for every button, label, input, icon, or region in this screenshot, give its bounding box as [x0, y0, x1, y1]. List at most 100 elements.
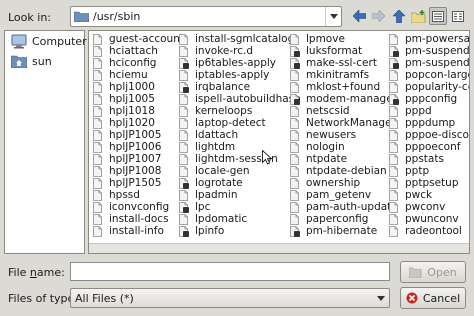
file-icon	[179, 117, 188, 129]
file-item[interactable]: lpadmin	[179, 189, 301, 201]
file-item[interactable]: pwconv	[389, 201, 469, 213]
file-item[interactable]: hplj1020	[93, 117, 184, 129]
file-item[interactable]: iptables-apply	[179, 69, 301, 81]
file-item[interactable]: lightdm	[179, 141, 301, 153]
file-item[interactable]: ownership	[290, 177, 398, 189]
file-item[interactable]: mkinitramfs	[290, 69, 398, 81]
file-item[interactable]: pam-auth-update	[290, 201, 398, 213]
back-button[interactable]	[350, 7, 368, 25]
sidebar-item-label: sun	[32, 54, 52, 68]
file-item[interactable]: guest-account	[93, 33, 184, 45]
file-item[interactable]: logrotate	[179, 177, 301, 189]
file-item[interactable]: netscsid	[290, 105, 398, 117]
file-item[interactable]: kerneloops	[179, 105, 301, 117]
file-item[interactable]: ip6tables-apply	[179, 57, 301, 69]
executable-badge-icon	[183, 86, 189, 93]
chevron-down-icon[interactable]	[325, 7, 341, 26]
file-item[interactable]: mklost+found	[290, 81, 398, 93]
file-icon	[290, 81, 299, 93]
file-item[interactable]: pppoe-discovery	[389, 129, 469, 141]
file-item[interactable]: install-info	[93, 225, 184, 237]
detail-view-button[interactable]	[429, 7, 447, 25]
file-name: lpinfo	[195, 225, 225, 237]
sidebar-item-computer[interactable]: Computer	[5, 31, 87, 51]
file-item[interactable]: hplj1000	[93, 81, 184, 93]
file-item[interactable]: pm-hibernate	[290, 225, 398, 237]
file-item[interactable]: hplJP1008	[93, 165, 184, 177]
file-item[interactable]: hpssd	[93, 189, 184, 201]
file-item[interactable]: hciemu	[93, 69, 184, 81]
file-item[interactable]: newusers	[290, 129, 398, 141]
file-item[interactable]: pwunconv	[389, 213, 469, 225]
file-item[interactable]: pptp	[389, 165, 469, 177]
list-view-button[interactable]	[449, 7, 467, 25]
file-item[interactable]: NetworkManager	[290, 117, 398, 129]
file-name-input[interactable]	[70, 262, 390, 281]
file-item[interactable]: pppd	[389, 105, 469, 117]
file-icon	[290, 69, 299, 81]
file-type-value: All Files (*)	[75, 291, 134, 305]
path-combo[interactable]: /usr/sbin	[70, 6, 342, 27]
file-name: lpdomatic	[195, 213, 248, 225]
file-item[interactable]: hplj1005	[93, 93, 184, 105]
file-item[interactable]: ispell-autobuildhash	[179, 93, 301, 105]
file-item[interactable]: pm-powersave	[389, 33, 469, 45]
cancel-button[interactable]: Cancel	[400, 287, 466, 309]
file-item[interactable]: irqbalance	[179, 81, 301, 93]
file-item[interactable]: pam_getenv	[290, 189, 398, 201]
file-icon	[389, 201, 398, 213]
new-folder-button[interactable]	[409, 7, 427, 25]
file-item[interactable]: ppstats	[389, 153, 469, 165]
file-icon	[290, 189, 299, 201]
file-item[interactable]: iconvconfig	[93, 201, 184, 213]
file-item[interactable]: ldattach	[179, 129, 301, 141]
file-item[interactable]: ntpdate-debian	[290, 165, 398, 177]
file-item[interactable]: locale-gen	[179, 165, 301, 177]
file-item[interactable]: invoke-rc.d	[179, 45, 301, 57]
file-item[interactable]: radeontool	[389, 225, 469, 237]
file-item[interactable]: nologin	[290, 141, 398, 153]
file-name: pm-hibernate	[306, 225, 378, 237]
file-item[interactable]: hplJP1505	[93, 177, 184, 189]
horizontal-scrollbar[interactable]	[89, 243, 469, 253]
open-button[interactable]: Open	[400, 261, 466, 283]
file-item[interactable]: install-sgmlcatalog	[179, 33, 301, 45]
file-name: hciemu	[109, 69, 148, 81]
file-name: pm-suspend	[405, 45, 470, 57]
file-item[interactable]: popcon-largest-unused	[389, 69, 469, 81]
file-item[interactable]: lpinfo	[179, 225, 301, 237]
file-item[interactable]: lightdm-session	[179, 153, 301, 165]
file-item[interactable]: hciconfig	[93, 57, 184, 69]
file-item[interactable]: pppdump	[389, 117, 469, 129]
file-item[interactable]: paperconfig	[290, 213, 398, 225]
file-item[interactable]: hplj1018	[93, 105, 184, 117]
file-name: ownership	[306, 177, 361, 189]
file-name: pwck	[405, 189, 433, 201]
file-item[interactable]: install-docs	[93, 213, 184, 225]
file-item[interactable]: pm-suspend-hybrid	[389, 57, 469, 69]
file-item[interactable]: hplJP1006	[93, 141, 184, 153]
sidebar-item-home[interactable]: sun	[5, 51, 84, 71]
file-item[interactable]: pm-suspend	[389, 45, 470, 57]
file-item[interactable]: luksformat	[290, 45, 398, 57]
file-item[interactable]: pwck	[389, 189, 469, 201]
file-type-select[interactable]: All Files (*)	[70, 288, 390, 308]
file-item[interactable]: pptpsetup	[389, 177, 469, 189]
file-item[interactable]: pppoeconf	[389, 141, 469, 153]
file-item[interactable]: laptop-detect	[179, 117, 301, 129]
file-item[interactable]: lpdomatic	[179, 213, 301, 225]
file-item[interactable]: popularity-contest	[389, 81, 469, 93]
file-item[interactable]: modem-manager	[290, 93, 398, 105]
up-folder-button[interactable]	[390, 7, 408, 25]
file-item[interactable]: make-ssl-cert	[290, 57, 398, 69]
file-item[interactable]: hplJP1005	[93, 129, 184, 141]
file-item[interactable]: hplJP1007	[93, 153, 184, 165]
file-item[interactable]: ntpdate	[290, 153, 398, 165]
forward-button[interactable]	[369, 7, 387, 25]
file-item[interactable]: pppconfig	[389, 93, 469, 105]
places-sidebar: Computer sun	[4, 30, 87, 254]
file-item[interactable]: lpmove	[290, 33, 398, 45]
file-list[interactable]: guest-account hciattach hciconfig hciemu hpl…	[88, 30, 470, 254]
file-item[interactable]: lpc	[179, 201, 301, 213]
file-item[interactable]: hciattach	[93, 45, 184, 57]
